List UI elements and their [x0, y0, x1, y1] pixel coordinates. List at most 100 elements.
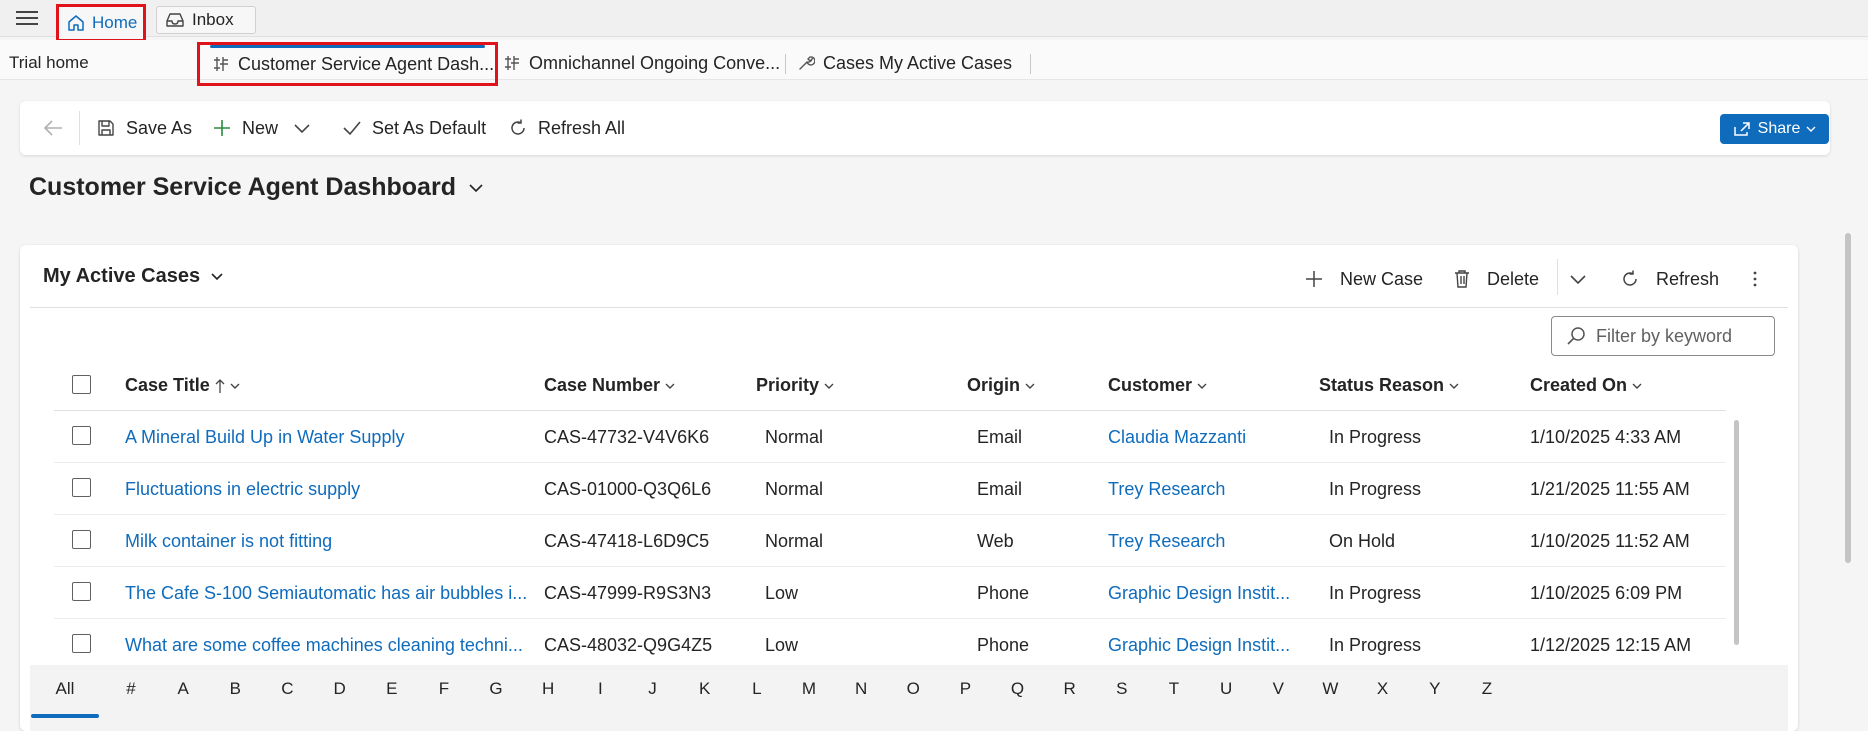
plus-icon: [212, 118, 232, 138]
tab-separator: [1030, 54, 1031, 74]
alphabet-filter-f[interactable]: F: [439, 679, 449, 699]
alphabet-filter-j[interactable]: J: [648, 679, 657, 699]
new-case-button[interactable]: New Case: [1304, 265, 1423, 293]
more-options-icon[interactable]: [1752, 265, 1758, 293]
case-number: CAS-47999-R9S3N3: [544, 583, 712, 603]
row-checkbox[interactable]: [72, 582, 91, 601]
alphabet-filter-y[interactable]: Y: [1429, 679, 1440, 699]
customer-link[interactable]: Graphic Design Instit...: [1108, 635, 1290, 656]
customer-link[interactable]: Graphic Design Instit...: [1108, 583, 1290, 604]
alphabet-filter-g[interactable]: G: [489, 679, 502, 699]
grid-scrollbar[interactable]: [1734, 420, 1739, 645]
alphabet-filter-e[interactable]: E: [386, 679, 397, 699]
chevron-down-icon: [1449, 382, 1459, 390]
alphabet-filter-hash[interactable]: #: [126, 679, 135, 699]
alphabet-filter-all[interactable]: All: [56, 679, 75, 699]
tab-omnichannel-ongoing-conversations[interactable]: Omnichannel Ongoing Conve...: [503, 50, 780, 76]
row-checkbox[interactable]: [72, 530, 91, 549]
customer-link[interactable]: Trey Research: [1108, 531, 1225, 552]
case-title-link[interactable]: What are some coffee machines cleaning t…: [125, 635, 523, 656]
new-dropdown-chevron-icon[interactable]: [292, 115, 312, 141]
trial-home-label[interactable]: Trial home: [9, 53, 89, 73]
case-number: CAS-47732-V4V6K6: [544, 427, 710, 447]
row-checkbox[interactable]: [72, 426, 91, 445]
refresh-button[interactable]: Refresh: [1620, 265, 1719, 293]
column-header-case-title[interactable]: Case Title: [125, 375, 240, 396]
alphabet-filter-s[interactable]: S: [1116, 679, 1127, 699]
alphabet-filter-x[interactable]: X: [1377, 679, 1388, 699]
case-title-link[interactable]: Fluctuations in electric supply: [125, 479, 360, 500]
chevron-down-icon: [468, 182, 484, 194]
customer-link[interactable]: Trey Research: [1108, 479, 1225, 500]
share-button[interactable]: Share: [1720, 114, 1829, 144]
alphabet-filter-l[interactable]: L: [752, 679, 761, 699]
alphabet-filter-u[interactable]: U: [1220, 679, 1232, 699]
customer-link[interactable]: Claudia Mazzanti: [1108, 427, 1246, 448]
alphabet-filter-t[interactable]: T: [1169, 679, 1179, 699]
row-checkbox[interactable]: [72, 634, 91, 653]
alphabet-filter-i[interactable]: I: [598, 679, 603, 699]
column-header-origin[interactable]: Origin: [967, 375, 1035, 396]
column-header-status-reason[interactable]: Status Reason: [1319, 375, 1459, 396]
column-header-priority[interactable]: Priority: [756, 375, 834, 396]
column-header-case-number[interactable]: Case Number: [544, 375, 675, 396]
view-selector[interactable]: My Active Cases: [43, 265, 224, 288]
alphabet-filter-r[interactable]: R: [1064, 679, 1076, 699]
alphabet-filter-w[interactable]: W: [1322, 679, 1338, 699]
delete-button[interactable]: Delete: [1453, 265, 1539, 293]
save-as-button[interactable]: Save As: [96, 115, 192, 141]
case-title-link[interactable]: Milk container is not fitting: [125, 531, 332, 552]
alphabet-filter-a[interactable]: A: [177, 679, 188, 699]
filter-placeholder: Filter by keyword: [1596, 325, 1733, 346]
table-row[interactable]: Milk container is not fitting CAS-47418-…: [54, 515, 1726, 567]
table-row[interactable]: A Mineral Build Up in Water Supply CAS-4…: [54, 411, 1726, 463]
alphabet-filter-p[interactable]: P: [960, 679, 971, 699]
more-commands-chevron-icon[interactable]: [1568, 265, 1588, 293]
alphabet-filter-q[interactable]: Q: [1011, 679, 1024, 699]
column-header-customer[interactable]: Customer: [1108, 375, 1207, 396]
page-scrollbar[interactable]: [1845, 233, 1851, 563]
alphabet-filter-z[interactable]: Z: [1482, 679, 1492, 699]
origin: Web: [977, 531, 1014, 551]
plus-icon: [1304, 269, 1324, 289]
alphabet-filter-b[interactable]: B: [230, 679, 241, 699]
set-as-default-button[interactable]: Set As Default: [342, 115, 486, 141]
tab-cases-my-active-cases[interactable]: Cases My Active Cases: [797, 50, 1012, 76]
home-tab[interactable]: Home: [56, 4, 146, 42]
table-row[interactable]: What are some coffee machines cleaning t…: [54, 619, 1726, 671]
alphabet-filter-m[interactable]: M: [802, 679, 816, 699]
new-button[interactable]: New: [212, 115, 278, 141]
alphabet-filter-v[interactable]: V: [1273, 679, 1284, 699]
column-header-created-on[interactable]: Created On: [1530, 375, 1642, 396]
case-title-link[interactable]: The Cafe S-100 Semiautomatic has air bub…: [125, 583, 527, 604]
alphabet-filter-n[interactable]: N: [855, 679, 867, 699]
origin: Phone: [977, 635, 1030, 655]
row-checkbox[interactable]: [72, 478, 91, 497]
inbox-tab[interactable]: Inbox: [156, 6, 256, 34]
dashboard-icon: [503, 54, 521, 72]
alphabet-filter-k[interactable]: K: [699, 679, 710, 699]
alphabet-filter-h[interactable]: H: [542, 679, 554, 699]
select-all-checkbox[interactable]: [72, 375, 91, 394]
alphabet-filter-c[interactable]: C: [281, 679, 293, 699]
filter-by-keyword-input[interactable]: Filter by keyword: [1551, 316, 1775, 356]
hamburger-menu-icon[interactable]: [16, 11, 38, 27]
table-row[interactable]: Fluctuations in electric supply CAS-0100…: [54, 463, 1726, 515]
table-row[interactable]: The Cafe S-100 Semiautomatic has air bub…: [54, 567, 1726, 619]
alphabet-filter-o[interactable]: O: [907, 679, 920, 699]
sort-ascending-icon: [215, 378, 225, 394]
origin: Phone: [977, 583, 1030, 603]
dashboard-selector[interactable]: Customer Service Agent Dashboard: [29, 173, 484, 202]
alphabet-filter-d[interactable]: D: [333, 679, 345, 699]
case-title-link[interactable]: A Mineral Build Up in Water Supply: [125, 427, 404, 448]
refresh-all-label: Refresh All: [538, 117, 626, 138]
status-reason: In Progress: [1329, 427, 1422, 447]
dashboard-title: Customer Service Agent Dashboard: [29, 173, 456, 201]
column-label: Priority: [756, 375, 820, 395]
selected-letter-indicator: [31, 714, 99, 718]
tab-customer-service-agent-dashboard[interactable]: Customer Service Agent Dash...: [197, 42, 498, 86]
new-label: New: [242, 117, 279, 138]
chevron-down-icon: [1806, 125, 1816, 133]
back-arrow-icon[interactable]: [42, 118, 64, 138]
refresh-all-button[interactable]: Refresh All: [508, 115, 625, 141]
